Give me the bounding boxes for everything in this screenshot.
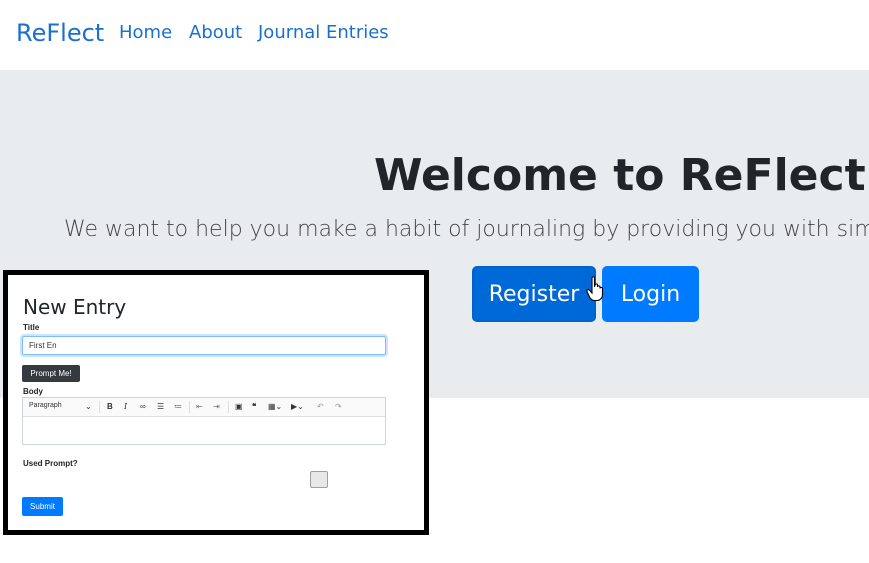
chevron-down-icon[interactable]: ⌄: [85, 401, 92, 412]
redo-icon[interactable]: ↷: [335, 401, 342, 412]
prompt-me-button[interactable]: Prompt Me!: [22, 365, 80, 382]
outdent-icon[interactable]: ⇤: [196, 401, 203, 412]
register-button[interactable]: Register: [472, 266, 596, 322]
body-rich-text-editor[interactable]: Paragraph ⌄ B I ∞ ☰ ≔ ⇤ ⇥ ▣ ❝ ▦⌄ ▶⌄ ↶ ↷: [22, 397, 386, 445]
heading-select[interactable]: Paragraph: [29, 402, 62, 409]
nav-link-journal-entries[interactable]: Journal Entries: [258, 22, 389, 43]
body-label: Body: [23, 387, 43, 396]
numbered-list-icon[interactable]: ≔: [174, 401, 182, 412]
brand-logo-link[interactable]: ReFlect: [16, 19, 104, 47]
new-entry-inset-frame: New Entry Title First En Prompt Me! Body…: [3, 270, 429, 535]
title-input[interactable]: First En: [22, 336, 386, 355]
indent-icon[interactable]: ⇥: [213, 401, 220, 412]
table-icon[interactable]: ▦⌄: [268, 401, 282, 412]
hand-pointer-cursor-icon: [586, 276, 604, 302]
blockquote-icon[interactable]: ❝: [252, 401, 256, 412]
nav-link-about[interactable]: About: [189, 22, 242, 43]
used-prompt-checkbox[interactable]: [310, 471, 328, 488]
italic-icon[interactable]: I: [124, 401, 127, 412]
submit-button[interactable]: Submit: [22, 497, 63, 516]
hero-lead-text: We want to help you make a habit of jour…: [64, 217, 869, 242]
link-icon[interactable]: ∞: [140, 401, 146, 412]
title-label: Title: [23, 323, 40, 332]
image-icon[interactable]: ▣: [235, 401, 243, 412]
toolbar-divider: [228, 401, 229, 413]
editor-toolbar: Paragraph ⌄ B I ∞ ☰ ≔ ⇤ ⇥ ▣ ❝ ▦⌄ ▶⌄ ↶ ↷: [23, 398, 385, 417]
form-heading: New Entry: [23, 295, 127, 319]
media-embed-icon[interactable]: ▶⌄: [291, 401, 304, 412]
toolbar-divider: [189, 401, 190, 413]
toolbar-divider: [99, 401, 100, 413]
nav-link-home[interactable]: Home: [119, 22, 172, 43]
new-entry-form: New Entry Title First En Prompt Me! Body…: [13, 289, 386, 529]
used-prompt-label: Used Prompt?: [23, 459, 78, 468]
bold-icon[interactable]: B: [107, 401, 113, 412]
undo-icon[interactable]: ↶: [317, 401, 324, 412]
bulleted-list-icon[interactable]: ☰: [157, 401, 164, 412]
login-button[interactable]: Login: [602, 266, 699, 322]
navbar: ReFlect Home About Journal Entries: [0, 0, 869, 70]
hero-title: Welcome to ReFlect: [374, 150, 866, 201]
